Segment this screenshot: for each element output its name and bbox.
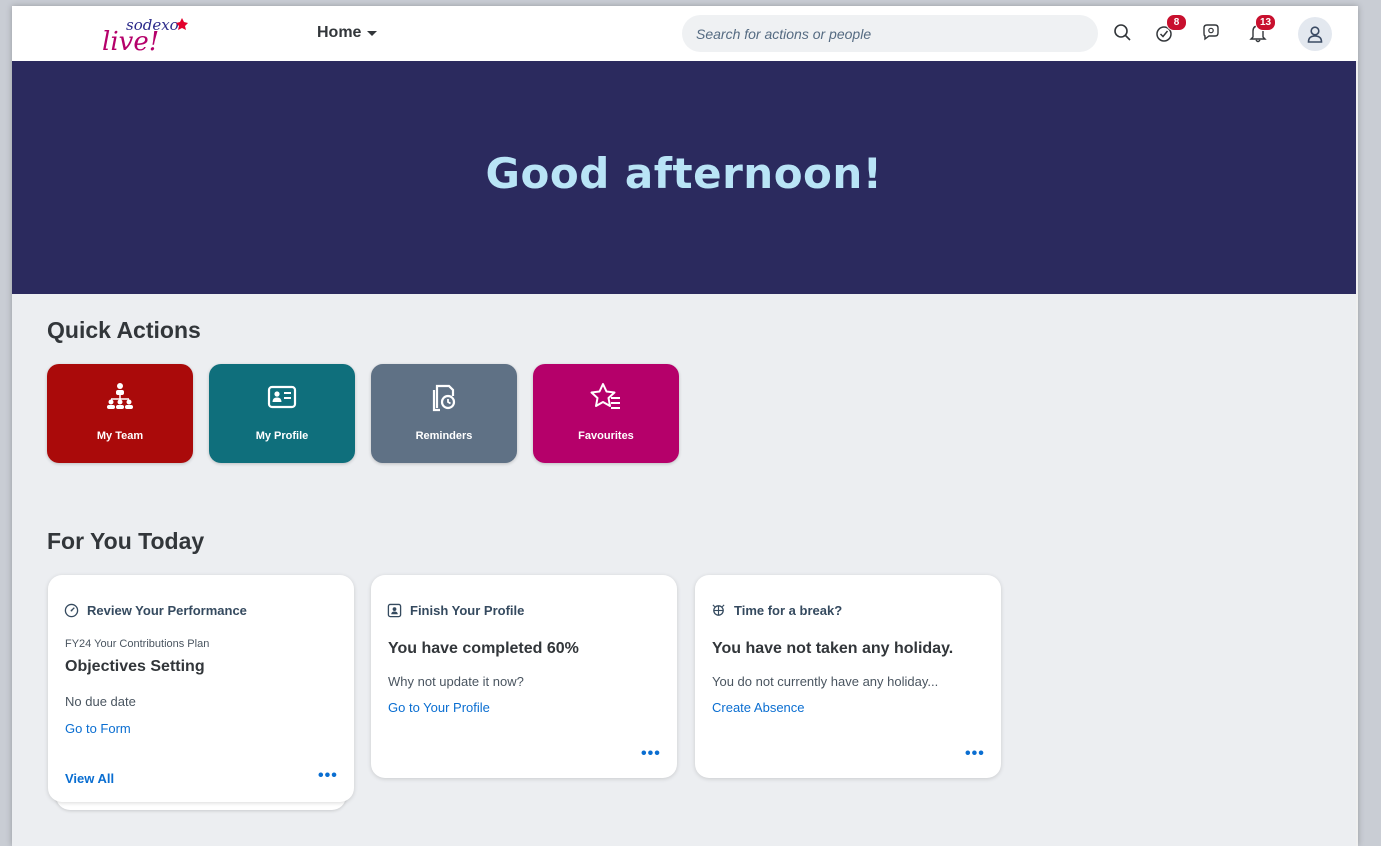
sodexo-live-logo[interactable]: sodexo live!: [96, 10, 206, 57]
card-title: Objectives Setting: [65, 658, 205, 675]
profile-icon: [387, 603, 402, 618]
top-bar: sodexo live! Home 8 13: [12, 6, 1358, 62]
reminders-icon: [432, 384, 456, 412]
card-detail: You do not currently have any holiday...: [712, 674, 939, 689]
svg-text:live!: live!: [102, 27, 159, 56]
quick-action-label: Favourites: [578, 430, 634, 442]
search-input[interactable]: [694, 24, 1086, 43]
quick-action-label: My Team: [96, 430, 144, 442]
team-icon: [107, 383, 133, 409]
feedback-icon[interactable]: [1198, 20, 1224, 46]
card-detail: No due date: [65, 694, 136, 709]
go-to-your-profile-link[interactable]: Go to Your Profile: [388, 700, 490, 715]
home-menu[interactable]: Home: [317, 24, 378, 42]
favourites-icon: [590, 383, 620, 409]
scrollbar[interactable]: [1356, 61, 1358, 846]
card-time-for-break[interactable]: Time for a break? You have not taken any…: [695, 575, 1001, 778]
search-icon[interactable]: [1110, 20, 1136, 46]
chevron-down-icon: [367, 30, 378, 36]
home-menu-label: Home: [317, 24, 362, 41]
user-icon: [1307, 26, 1323, 43]
search-bar[interactable]: [682, 15, 1098, 52]
card-detail: Why not update it now?: [388, 674, 524, 689]
quick-action-label: Reminders: [415, 430, 473, 442]
bell-icon[interactable]: 13: [1245, 14, 1276, 46]
quick-action-my-profile[interactable]: My Profile: [209, 364, 355, 463]
greeting-heading: Good afternoon!: [485, 149, 883, 198]
tasks-badge: 8: [1166, 14, 1187, 31]
card-header-label: Time for a break?: [734, 603, 843, 618]
quick-action-label: My Profile: [255, 430, 309, 442]
card-review-performance[interactable]: Review Your Performance FY24 Your Contri…: [48, 575, 354, 802]
app-window: sodexo live! Home 8 13: [12, 6, 1358, 846]
notifications-badge: 13: [1255, 14, 1276, 31]
card-header: Time for a break?: [711, 603, 842, 618]
go-to-form-link[interactable]: Go to Form: [65, 721, 131, 736]
card-title: You have completed 60%: [388, 640, 579, 657]
card-header: Finish Your Profile: [387, 603, 524, 618]
more-options-icon[interactable]: •••: [641, 745, 661, 763]
profile-card-icon: [267, 385, 297, 409]
tasks-icon[interactable]: 8: [1153, 14, 1187, 46]
avatar[interactable]: [1298, 17, 1332, 51]
create-absence-link[interactable]: Create Absence: [712, 700, 805, 715]
card-subtitle: FY24 Your Contributions Plan: [65, 638, 210, 650]
quick-action-favourites[interactable]: Favourites: [533, 364, 679, 463]
performance-gauge-icon: [64, 603, 79, 618]
hero-banner: Good afternoon!: [12, 61, 1356, 294]
card-finish-profile[interactable]: Finish Your Profile You have completed 6…: [371, 575, 677, 778]
quick-actions-title: Quick Actions: [47, 317, 201, 343]
quick-action-reminders[interactable]: Reminders: [371, 364, 517, 463]
card-title: You have not taken any holiday.: [712, 640, 954, 657]
beach-umbrella-icon: [712, 604, 725, 616]
card-header-label: Review Your Performance: [87, 603, 247, 618]
view-all-link[interactable]: View All: [65, 771, 114, 786]
more-options-icon[interactable]: •••: [318, 767, 338, 785]
quick-action-my-team[interactable]: My Team: [47, 364, 193, 463]
card-header-label: Finish Your Profile: [410, 603, 525, 618]
card-header: Review Your Performance: [64, 603, 247, 618]
for-you-today-title: For You Today: [47, 528, 205, 554]
more-options-icon[interactable]: •••: [965, 745, 985, 763]
